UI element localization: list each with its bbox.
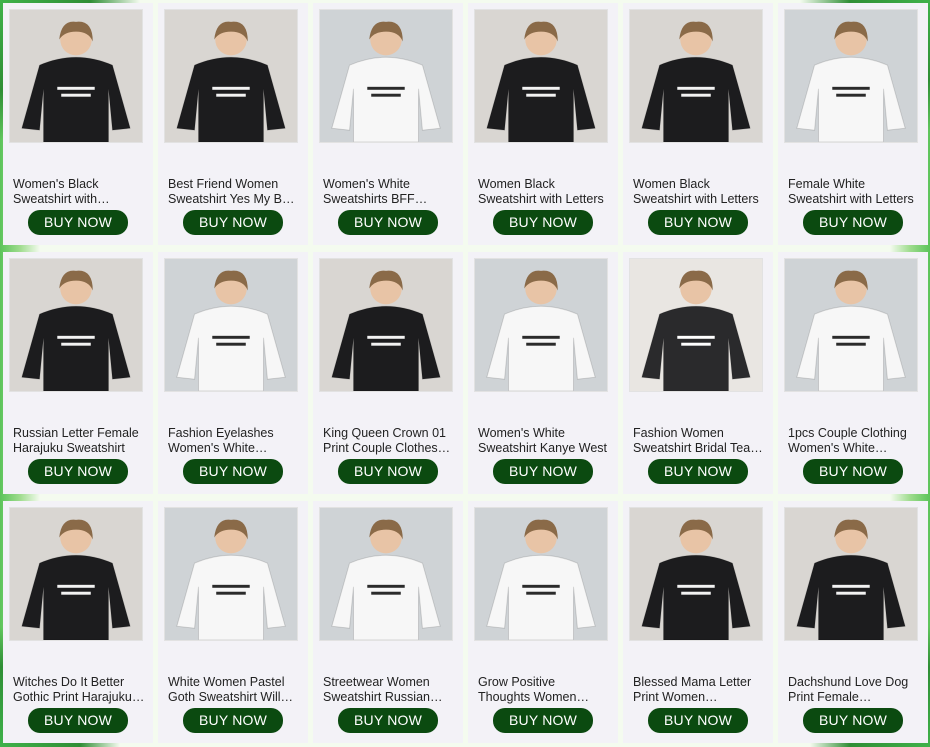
buy-now-button[interactable]: BUY NOW xyxy=(493,459,593,484)
bff-sweatshirts-photo xyxy=(165,10,297,142)
pastel-goth-sweatshirt-photo xyxy=(165,508,297,640)
white-sweatshirt-photo xyxy=(785,10,917,142)
product-card[interactable]: Grow Positive Thoughts Women Sweatshirt … xyxy=(468,501,618,743)
product-image[interactable] xyxy=(784,258,918,392)
product-card[interactable]: Women's White Sweatshirts BFF Burger Fri… xyxy=(313,3,463,245)
product-title[interactable]: Grow Positive Thoughts Women Sweatshirt xyxy=(478,675,610,705)
eyelashes-sweatshirt-photo xyxy=(165,259,297,391)
white-bff-sweatshirts-photo xyxy=(320,10,452,142)
product-image[interactable] xyxy=(474,9,608,143)
product-title[interactable]: Women's White Sweatshirt Kanye West xyxy=(478,426,610,456)
product-image[interactable] xyxy=(629,507,763,641)
product-title[interactable]: Female White Sweatshirt with Letters xyxy=(788,177,920,207)
product-title[interactable]: Fashion Eyelashes Women's White Sweatshi… xyxy=(168,426,300,456)
product-card[interactable]: Russian Letter Female Harajuku Sweatshir… xyxy=(3,252,153,494)
product-image[interactable] xyxy=(9,507,143,641)
product-title[interactable]: Women's Black Sweatshirt with Russian Le… xyxy=(13,177,145,207)
buy-now-button[interactable]: BUY NOW xyxy=(338,708,438,733)
buy-now-button[interactable]: BUY NOW xyxy=(183,210,283,235)
product-title[interactable]: Women Black Sweatshirt with Letters xyxy=(633,177,765,207)
product-image[interactable] xyxy=(629,9,763,143)
product-title[interactable]: Streetwear Women Sweatshirt Russian Lett… xyxy=(323,675,455,705)
product-image[interactable] xyxy=(319,258,453,392)
product-title[interactable]: Dachshund Love Dog Print Female Sweatshi… xyxy=(788,675,920,705)
product-image[interactable] xyxy=(164,507,298,641)
buy-now-button[interactable]: BUY NOW xyxy=(648,210,748,235)
streetwear-sweatshirt-photo xyxy=(320,508,452,640)
couple-sweatshirt-photo xyxy=(785,259,917,391)
buy-now-button[interactable]: BUY NOW xyxy=(183,708,283,733)
grow-positive-sweatshirt-photo xyxy=(475,508,607,640)
product-image[interactable] xyxy=(9,9,143,143)
product-title[interactable]: Best Friend Women Sweatshirt Yes My BFF … xyxy=(168,177,300,207)
product-card[interactable]: Women's White Sweatshirt Kanye West BUY … xyxy=(468,252,618,494)
product-image[interactable] xyxy=(164,9,298,143)
product-card[interactable]: Women Black Sweatshirt with Letters BUY … xyxy=(468,3,618,245)
product-image[interactable] xyxy=(164,258,298,392)
product-title[interactable]: Blessed Mama Letter Print Women Sweatshi… xyxy=(633,675,765,705)
buy-now-button[interactable]: BUY NOW xyxy=(803,459,903,484)
product-card[interactable]: Witches Do It Better Gothic Print Haraju… xyxy=(3,501,153,743)
buy-now-button[interactable]: BUY NOW xyxy=(183,459,283,484)
dachshund-sweatshirt-photo xyxy=(785,508,917,640)
product-card[interactable]: Women Black Sweatshirt with Letters BUY … xyxy=(623,3,773,245)
buy-now-button[interactable]: BUY NOW xyxy=(493,708,593,733)
product-image[interactable] xyxy=(629,258,763,392)
product-card[interactable]: White Women Pastel Goth Sweatshirt Will … xyxy=(158,501,308,743)
white-sweatshirt-photo xyxy=(475,259,607,391)
buy-now-button[interactable]: BUY NOW xyxy=(648,459,748,484)
buy-now-button[interactable]: BUY NOW xyxy=(28,210,128,235)
product-image[interactable] xyxy=(9,258,143,392)
bride-team-photo xyxy=(630,259,762,391)
product-card[interactable]: Best Friend Women Sweatshirt Yes My BFF … xyxy=(158,3,308,245)
buy-now-button[interactable]: BUY NOW xyxy=(803,210,903,235)
witches-sweatshirt-photo xyxy=(10,508,142,640)
buy-now-button[interactable]: BUY NOW xyxy=(493,210,593,235)
product-card[interactable]: Fashion Eyelashes Women's White Sweatshi… xyxy=(158,252,308,494)
product-image[interactable] xyxy=(784,507,918,641)
king-queen-couple-photo xyxy=(320,259,452,391)
buy-now-button[interactable]: BUY NOW xyxy=(28,459,128,484)
product-title[interactable]: Russian Letter Female Harajuku Sweatshir… xyxy=(13,426,145,456)
product-grid: Women's Black Sweatshirt with Russian Le… xyxy=(3,3,928,744)
product-title[interactable]: Witches Do It Better Gothic Print Haraju… xyxy=(13,675,145,705)
product-title[interactable]: Women Black Sweatshirt with Letters xyxy=(478,177,610,207)
product-card[interactable]: Blessed Mama Letter Print Women Sweatshi… xyxy=(623,501,773,743)
black-sweatshirt-photo xyxy=(10,259,142,391)
product-image[interactable] xyxy=(474,507,608,641)
buy-now-button[interactable]: BUY NOW xyxy=(648,708,748,733)
black-sweatshirt-collage-photo xyxy=(475,10,607,142)
product-card[interactable]: Dachshund Love Dog Print Female Sweatshi… xyxy=(778,501,928,743)
product-image[interactable] xyxy=(319,507,453,641)
buy-now-button[interactable]: BUY NOW xyxy=(338,210,438,235)
product-image[interactable] xyxy=(474,258,608,392)
product-card[interactable]: Fashion Women Sweatshirt Bridal Team Bri… xyxy=(623,252,773,494)
product-card[interactable]: King Queen Crown 01 Print Couple Clothes… xyxy=(313,252,463,494)
product-title[interactable]: 1pcs Couple Clothing Women's White Sweat… xyxy=(788,426,920,456)
buy-now-button[interactable]: BUY NOW xyxy=(28,708,128,733)
product-title[interactable]: Women's White Sweatshirts BFF Burger Fri… xyxy=(323,177,455,207)
product-title[interactable]: White Women Pastel Goth Sweatshirt Will … xyxy=(168,675,300,705)
product-card[interactable]: Women's Black Sweatshirt with Russian Le… xyxy=(3,3,153,245)
black-sweatshirt-photo xyxy=(10,10,142,142)
product-image[interactable] xyxy=(319,9,453,143)
blessed-mama-sweatshirt-photo xyxy=(630,508,762,640)
product-title[interactable]: Fashion Women Sweatshirt Bridal Team Bri… xyxy=(633,426,765,456)
buy-now-button[interactable]: BUY NOW xyxy=(338,459,438,484)
product-card[interactable]: 1pcs Couple Clothing Women's White Sweat… xyxy=(778,252,928,494)
product-card[interactable]: Female White Sweatshirt with Letters BUY… xyxy=(778,3,928,245)
black-sweatshirt-collage-photo xyxy=(630,10,762,142)
product-card[interactable]: Streetwear Women Sweatshirt Russian Lett… xyxy=(313,501,463,743)
product-title[interactable]: King Queen Crown 01 Print Couple Clothes… xyxy=(323,426,455,456)
product-image[interactable] xyxy=(784,9,918,143)
buy-now-button[interactable]: BUY NOW xyxy=(803,708,903,733)
